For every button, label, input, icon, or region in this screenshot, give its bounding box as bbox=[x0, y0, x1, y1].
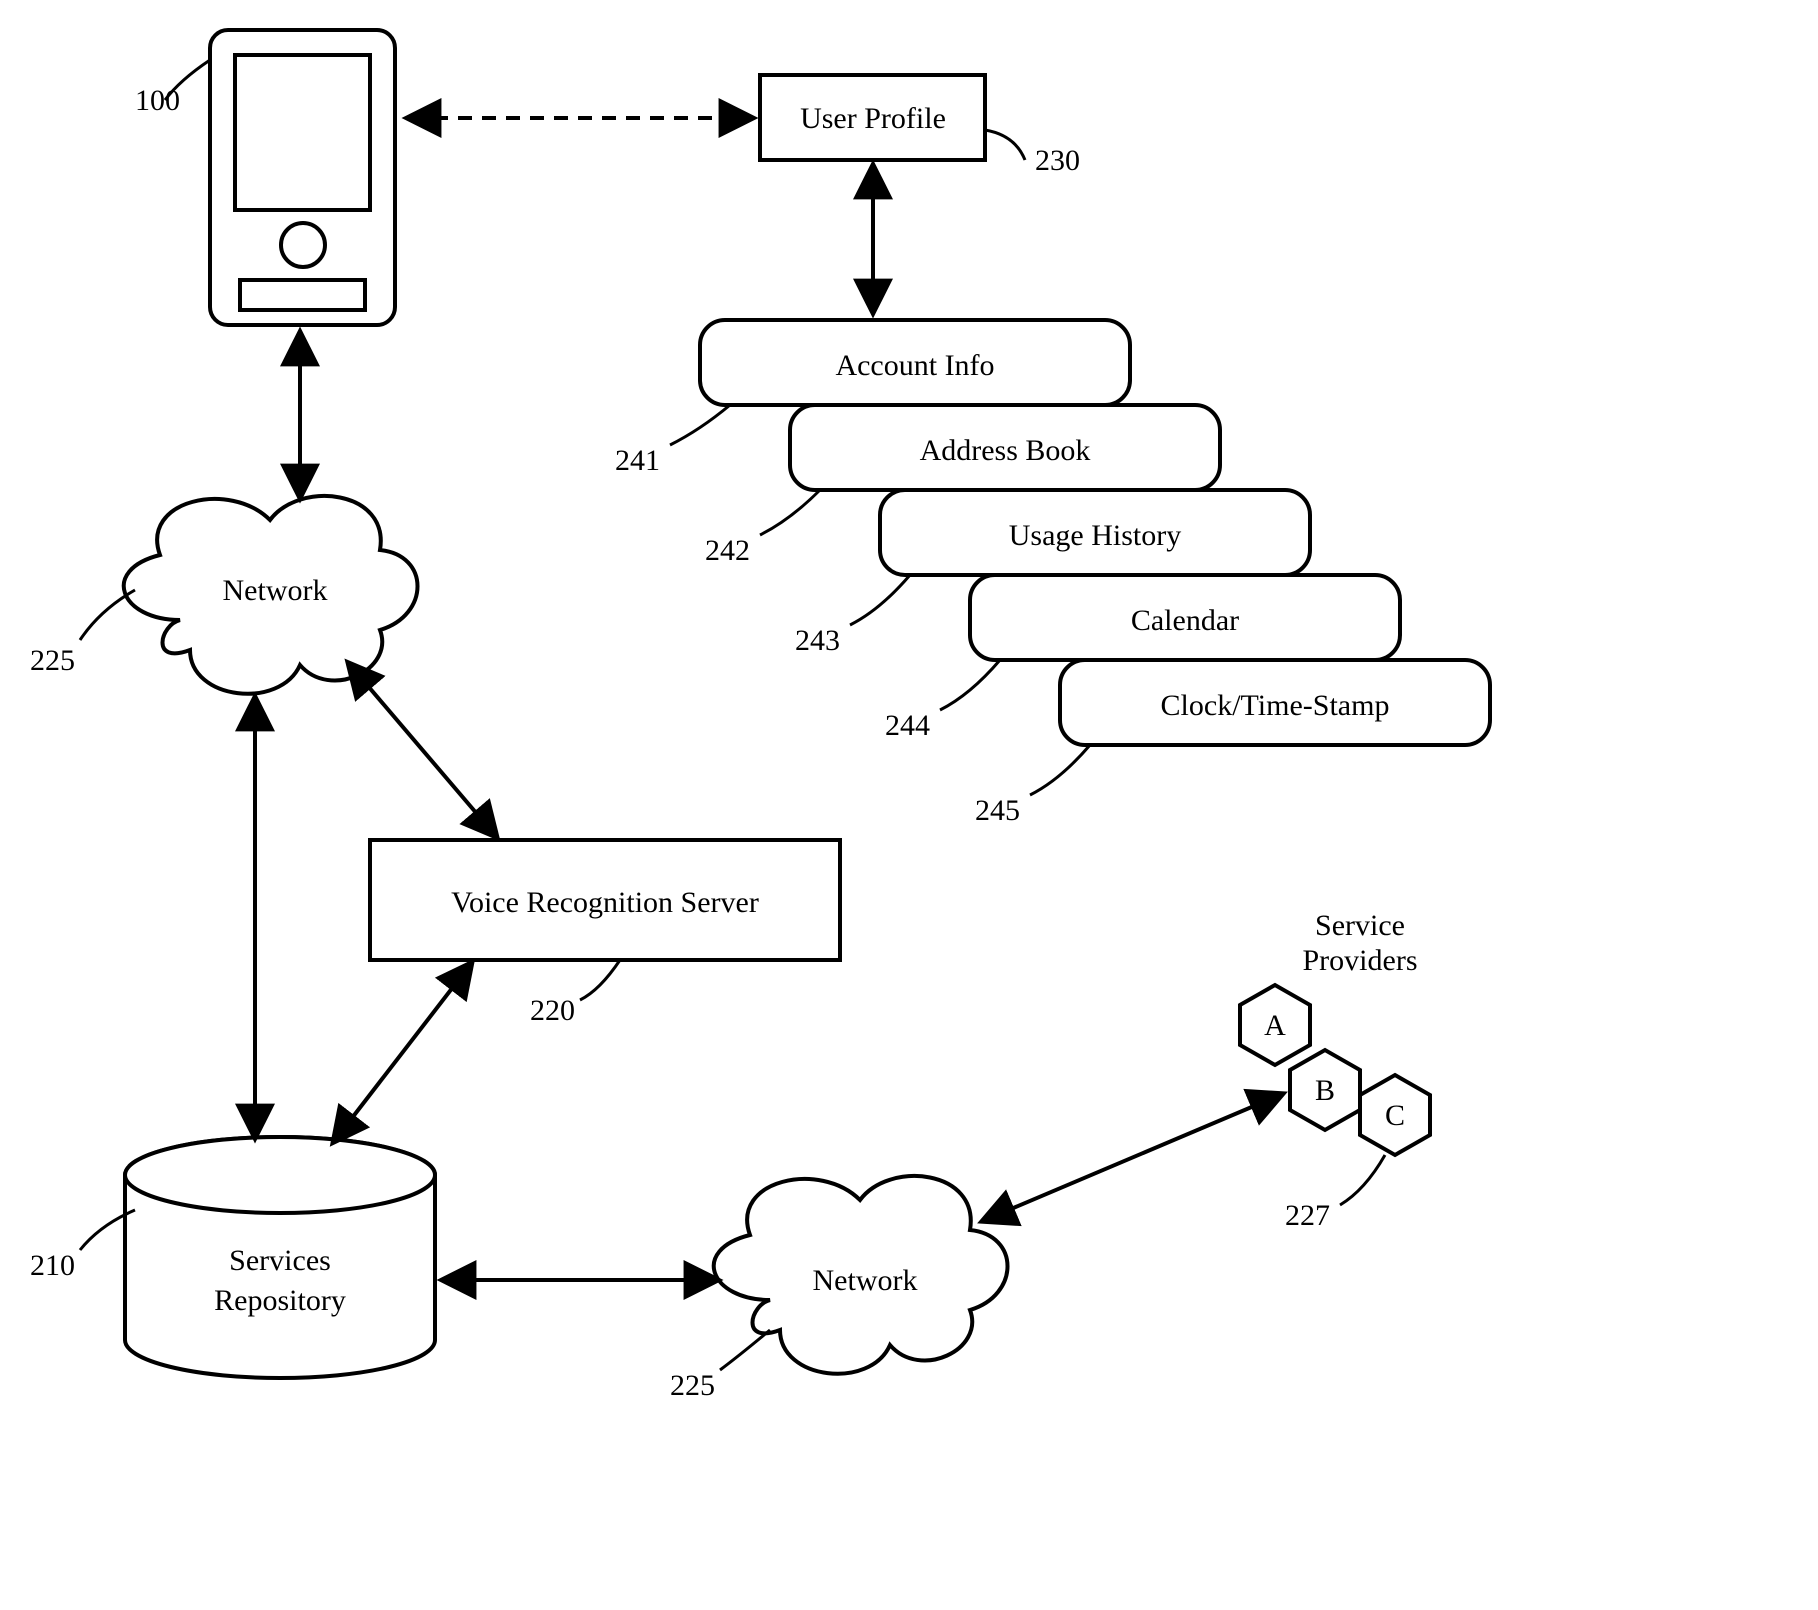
arrow-network-voice bbox=[350, 665, 495, 835]
ref-calendar: 244 bbox=[885, 709, 930, 742]
address-book-label: Address Book bbox=[920, 434, 1091, 467]
ref-network2: 225 bbox=[670, 1369, 715, 1402]
ref-phone: 100 bbox=[135, 84, 180, 117]
ref-service-providers: 227 bbox=[1285, 1199, 1330, 1232]
ref-clock-timestamp: 245 bbox=[975, 794, 1020, 827]
arrow-voice-repo bbox=[335, 965, 470, 1140]
ref-network1: 225 bbox=[30, 644, 75, 677]
leader-user-profile bbox=[985, 130, 1025, 160]
hex-c-label: C bbox=[1385, 1099, 1405, 1132]
account-info-label: Account Info bbox=[835, 349, 994, 382]
service-providers-label-1: Service bbox=[1315, 909, 1405, 942]
ref-account-info: 241 bbox=[615, 444, 660, 477]
arrow-network2-providers bbox=[985, 1095, 1280, 1220]
service-providers-label-2: Providers bbox=[1303, 944, 1418, 977]
services-repo-label-1: Services bbox=[229, 1244, 331, 1277]
services-repo-label-2: Repository bbox=[214, 1284, 346, 1317]
usage-history-label: Usage History bbox=[1009, 519, 1181, 552]
voice-server-label: Voice Recognition Server bbox=[451, 886, 759, 919]
network2-label: Network bbox=[813, 1264, 918, 1297]
hex-a-label: A bbox=[1264, 1009, 1286, 1042]
user-profile-label: User Profile bbox=[800, 102, 946, 135]
ref-services-repo: 210 bbox=[30, 1249, 75, 1282]
ref-user-profile: 230 bbox=[1035, 144, 1080, 177]
hex-cluster: A B C bbox=[1240, 985, 1430, 1155]
ref-voice-server: 220 bbox=[530, 994, 575, 1027]
profile-stack: Account Info Address Book Usage History … bbox=[700, 320, 1490, 745]
calendar-label: Calendar bbox=[1131, 604, 1239, 637]
ref-address-book: 242 bbox=[705, 534, 750, 567]
network1-label: Network bbox=[223, 574, 328, 607]
phone-icon bbox=[210, 30, 395, 325]
ref-usage-history: 243 bbox=[795, 624, 840, 657]
clock-timestamp-label: Clock/Time-Stamp bbox=[1161, 689, 1390, 722]
hex-b-label: B bbox=[1315, 1074, 1335, 1107]
